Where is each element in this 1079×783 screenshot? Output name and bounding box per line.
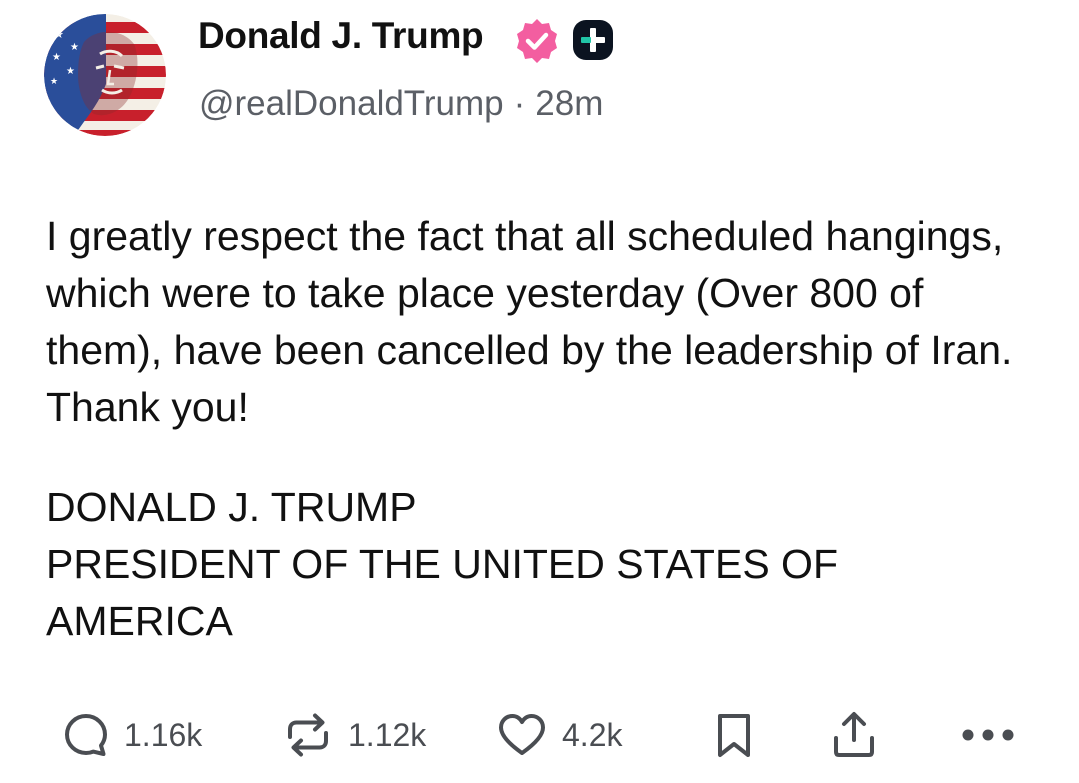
author-meta: @realDonaldTrump · 28m <box>199 84 603 124</box>
meta-separator: · <box>513 84 526 123</box>
repost-button[interactable]: 1.12k <box>282 710 426 760</box>
repost-icon <box>288 713 328 757</box>
more-icon <box>962 729 1014 741</box>
action-bar: 1.16k 1.12k 4.2k <box>0 700 1079 770</box>
bookmark-button[interactable] <box>712 710 756 760</box>
author-handle[interactable]: @realDonaldTrump <box>199 84 504 123</box>
like-count: 4.2k <box>562 716 623 753</box>
signature-line: PRESIDENT OF THE UNITED STATES OF <box>46 541 838 587</box>
share-icon <box>834 712 874 757</box>
post-body: I greatly respect the fact that all sche… <box>46 213 1013 430</box>
author-display-name[interactable]: Donald J. Trump <box>198 15 484 57</box>
svg-text:★: ★ <box>50 77 58 87</box>
verified-badge-icon <box>517 19 557 63</box>
avatar[interactable]: ★ ★ ★ ★ ★ <box>44 14 166 136</box>
post-card: ★ ★ ★ ★ ★ Donald J. Trump @realDonaldTru… <box>0 0 1079 783</box>
like-button[interactable]: 4.2k <box>496 710 622 760</box>
svg-text:★: ★ <box>70 42 79 53</box>
post-signature: DONALD J. TRUMP PRESIDENT OF THE UNITED … <box>46 479 1046 650</box>
signature-line: DONALD J. TRUMP <box>46 484 417 530</box>
post-timestamp[interactable]: 28m <box>535 84 603 123</box>
bookmark-icon <box>718 714 750 757</box>
reply-button[interactable]: 1.16k <box>62 710 202 760</box>
svg-text:★: ★ <box>54 28 64 41</box>
heart-icon <box>499 714 545 755</box>
repost-count: 1.12k <box>348 716 427 753</box>
avatar-image: ★ ★ ★ ★ ★ <box>44 14 166 136</box>
plus-badge-icon <box>573 20 613 60</box>
reply-icon <box>65 714 107 756</box>
more-options-button[interactable] <box>958 710 1018 760</box>
share-button[interactable] <box>830 710 878 760</box>
svg-text:★: ★ <box>66 66 75 77</box>
signature-line: AMERICA <box>46 598 233 644</box>
reply-count: 1.16k <box>124 716 203 753</box>
svg-text:★: ★ <box>52 52 61 63</box>
